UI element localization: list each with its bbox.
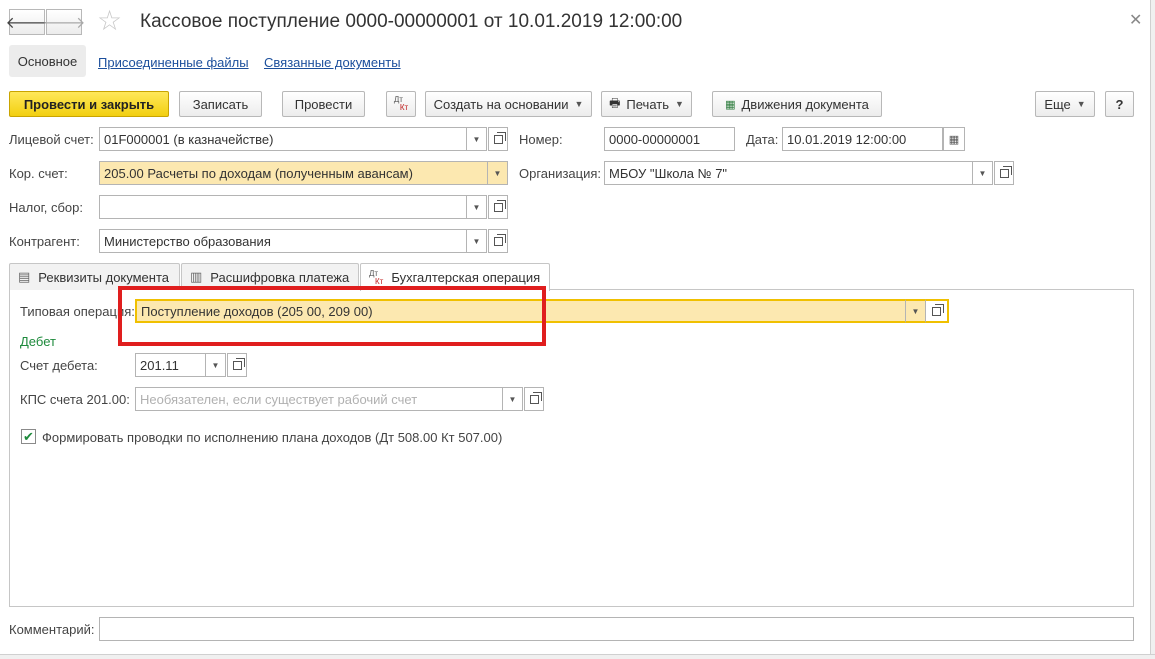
post-and-close-button[interactable]: Провести и закрыть <box>9 91 169 117</box>
create-based-on-label: Создать на основании <box>433 96 569 112</box>
debit-account-label: Счет дебета: <box>20 358 98 373</box>
number-field[interactable]: 0000-00000001 <box>604 127 735 151</box>
counterparty-label: Контрагент: <box>9 234 80 249</box>
chevron-down-icon: ▼ <box>493 168 502 178</box>
table-icon: ▥ <box>190 269 203 284</box>
caret-down-icon: ▼ <box>675 99 684 109</box>
section-link-files[interactable]: Присоединенные файлы <box>98 55 249 70</box>
tax-dropdown[interactable]: ▼ <box>467 195 487 219</box>
operation-type-dropdown[interactable]: ▼ <box>905 299 925 323</box>
kps-field[interactable]: Необязателен, если существует рабочий сч… <box>135 387 503 411</box>
close-icon[interactable]: ✕ <box>1129 10 1142 30</box>
section-link-related[interactable]: Связанные документы <box>264 55 401 70</box>
kps-dropdown[interactable]: ▼ <box>503 387 523 411</box>
tab-label: Бухгалтерская операция <box>391 270 541 285</box>
kt-label: Кт <box>399 103 409 112</box>
date-label: Дата: <box>746 132 779 147</box>
kps-label: КПС счета 201.00: <box>20 392 130 407</box>
save-button[interactable]: Записать <box>179 91 262 117</box>
debit-account-dropdown[interactable]: ▼ <box>206 353 226 377</box>
comment-field[interactable] <box>99 617 1134 641</box>
chevron-down-icon: ▼ <box>911 306 920 316</box>
dt-kt-icon: Дт Кт <box>369 269 384 286</box>
account-open-button[interactable] <box>488 127 508 151</box>
movements-label: Движения документа <box>741 96 869 112</box>
debit-account-open-button[interactable] <box>227 353 247 377</box>
create-based-on-button[interactable]: Создать на основании ▼ <box>425 91 592 117</box>
tax-field[interactable] <box>99 195 467 219</box>
kps-open-button[interactable] <box>524 387 544 411</box>
organization-open-button[interactable] <box>994 161 1014 185</box>
chevron-down-icon: ▼ <box>978 168 987 178</box>
open-icon <box>932 303 944 316</box>
date-field[interactable]: 10.01.2019 12:00:00 <box>782 127 943 151</box>
open-icon <box>493 199 506 212</box>
favorite-star-icon[interactable]: ☆ <box>97 6 122 36</box>
corr-account-field[interactable]: 205.00 Расчеты по доходам (полученным ав… <box>99 161 488 185</box>
organization-field[interactable]: МБОУ "Школа № 7" <box>604 161 973 185</box>
post-button[interactable]: Провести <box>282 91 365 117</box>
comment-label: Комментарий: <box>9 622 95 637</box>
back-button[interactable]: 🡐 <box>6 9 48 35</box>
organization-dropdown[interactable]: ▼ <box>973 161 993 185</box>
caret-down-icon: ▼ <box>1076 99 1086 109</box>
organization-label: Организация: <box>519 166 602 181</box>
more-label: Еще <box>1044 96 1071 112</box>
corr-account-label: Кор. счет: <box>9 166 68 181</box>
chevron-down-icon: ▼ <box>472 236 481 246</box>
debit-account-field[interactable]: 201.11 <box>135 353 206 377</box>
chevron-down-icon: ▼ <box>211 360 220 370</box>
window-title: Кассовое поступление 0000-00000001 от 10… <box>140 11 683 32</box>
calendar-icon: ▦ <box>948 133 960 146</box>
number-label: Номер: <box>519 132 563 147</box>
arrow-right-icon: 🡒 <box>42 14 86 32</box>
document-icon: ▤ <box>18 269 31 284</box>
section-tab-main[interactable]: Основное <box>9 45 86 77</box>
account-dropdown[interactable]: ▼ <box>467 127 487 151</box>
annotation-highlight-box <box>118 286 546 346</box>
income-plan-checkbox-label[interactable]: Формировать проводки по исполнению плана… <box>42 430 502 445</box>
caret-down-icon: ▼ <box>574 99 584 109</box>
open-icon <box>999 165 1012 178</box>
tax-open-button[interactable] <box>488 195 508 219</box>
open-icon <box>529 391 542 404</box>
more-button[interactable]: Еще ▼ <box>1035 91 1095 117</box>
forward-button[interactable]: 🡒 <box>43 9 85 35</box>
account-field[interactable]: 01F000001 (в казначействе) <box>99 127 467 151</box>
tab-label: Реквизиты документа <box>38 269 170 285</box>
movements-icon: ▦ <box>725 98 736 111</box>
tab-label: Расшифровка платежа <box>210 269 350 285</box>
counterparty-dropdown[interactable]: ▼ <box>467 229 487 253</box>
account-label: Лицевой счет: <box>9 132 94 147</box>
open-icon <box>232 357 245 370</box>
window-frame-right <box>1150 0 1155 659</box>
help-button[interactable]: ? <box>1105 91 1134 117</box>
kt-label: Кт <box>375 276 384 286</box>
checkmark-icon: ✔ <box>23 428 34 444</box>
tax-label: Налог, сбор: <box>9 200 83 215</box>
chevron-down-icon: ▼ <box>472 134 481 144</box>
operation-type-open-button[interactable] <box>925 299 949 323</box>
print-label: Печать <box>626 96 669 112</box>
calendar-button[interactable]: ▦ <box>943 127 965 151</box>
open-icon <box>493 131 506 144</box>
debit-header: Дебет <box>20 334 56 349</box>
dt-kt-icon: Дт Кт <box>394 96 408 112</box>
open-icon <box>493 233 506 246</box>
printer-icon: 🖶 <box>609 95 621 110</box>
document-movements-button[interactable]: ▦ Движения документа <box>712 91 882 117</box>
window-frame-bottom <box>0 654 1155 659</box>
corr-account-dropdown[interactable]: ▼ <box>488 161 508 185</box>
print-button[interactable]: 🖶 Печать ▼ <box>601 91 692 117</box>
counterparty-field[interactable]: Министерство образования <box>99 229 467 253</box>
counterparty-open-button[interactable] <box>488 229 508 253</box>
dt-kt-button[interactable]: Дт Кт <box>386 91 416 117</box>
income-plan-checkbox[interactable]: ✔ <box>21 429 36 444</box>
chevron-down-icon: ▼ <box>508 394 517 404</box>
chevron-down-icon: ▼ <box>472 202 481 212</box>
